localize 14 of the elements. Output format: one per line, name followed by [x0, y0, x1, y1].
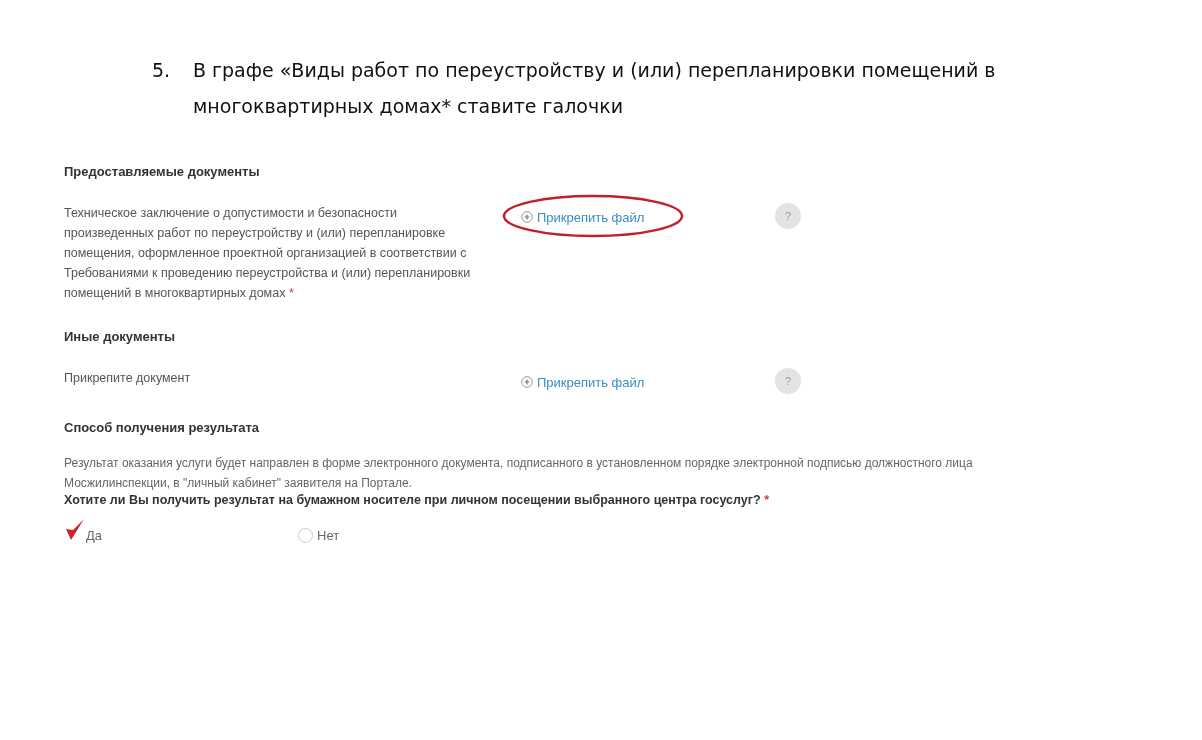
help-button[interactable]: ? — [775, 368, 801, 394]
option-label: Нет — [317, 527, 340, 543]
option-label: Да — [86, 527, 103, 543]
help-button[interactable]: ? — [775, 203, 801, 229]
attach-file-link[interactable]: Прикрепить файл — [521, 374, 645, 390]
document-label: Прикрепите документ — [64, 370, 192, 387]
result-description: Результат оказания услуги будет направлен в форме электронного документа, подписанного в установленном порядке электронной подписью должностного лица Мосжилинспекции, в "личный кабинет" заявителя на Портале. — [64, 455, 974, 492]
section-heading: Способ получения результата — [64, 420, 261, 435]
instruction-text: В графе «Виды работ по переустройству и (или) перепланировки помещений в многоквартирных домах* ставите галочки — [193, 58, 997, 119]
section-heading: Иные документы — [64, 329, 177, 344]
step-number: 5. — [152, 58, 172, 83]
section-heading: Предоставляемые документы — [64, 164, 261, 179]
question-text: Хотите ли Вы получить результат на бумажном носителе при личном посещении выбранного центра госуслуг? * — [64, 493, 770, 507]
document-label: Техническое заключение о допустимости и безопасности произведенных работ по переустройству и (или) перепланировке помещения, оформленное проектной организацией в соответствии с Требованиями к проведению переустройства и (или) перепланировки помещений в многоквартирных домах * — [64, 205, 472, 302]
